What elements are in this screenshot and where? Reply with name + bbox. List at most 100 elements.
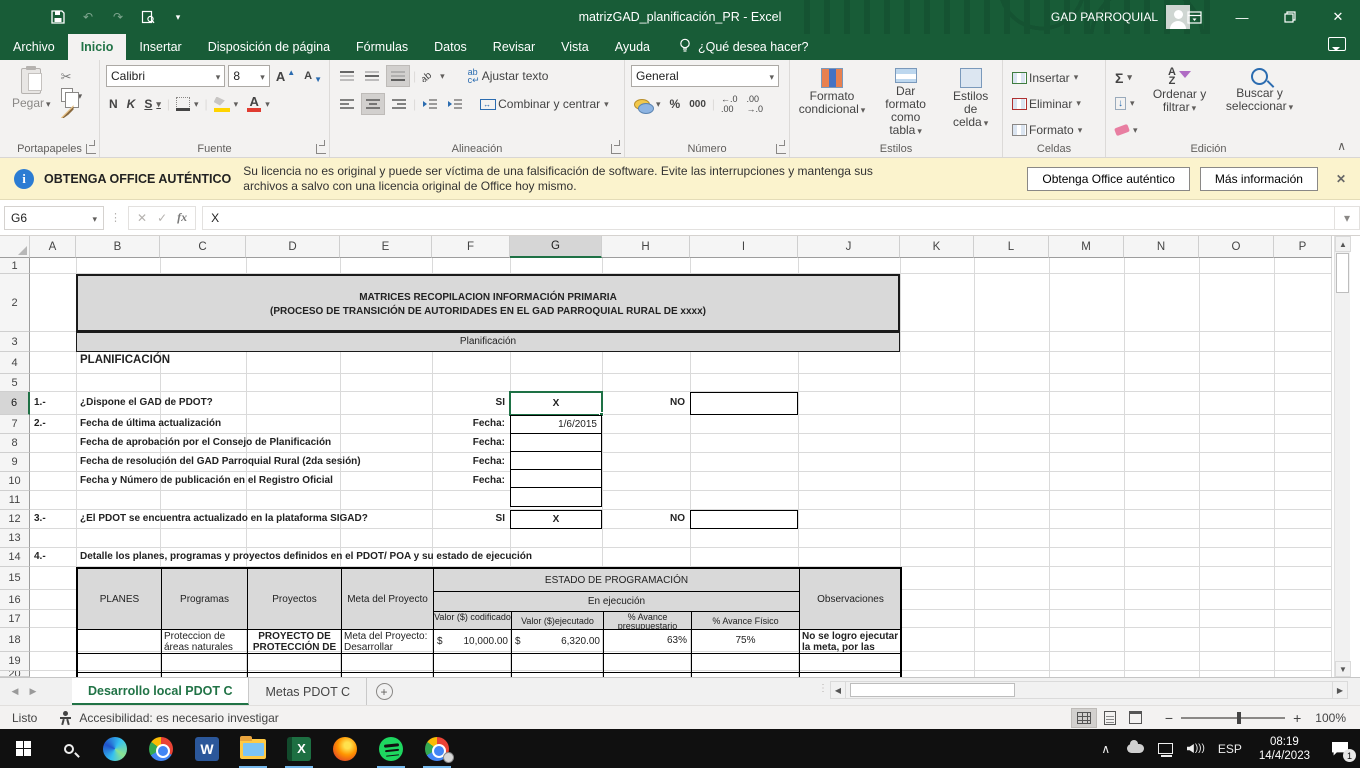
fill-color-button[interactable] bbox=[211, 93, 242, 115]
cancel-icon[interactable]: ✕ bbox=[137, 211, 147, 225]
network-icon[interactable] bbox=[1151, 729, 1181, 768]
table-empty-cell[interactable] bbox=[434, 654, 512, 673]
minimize-button[interactable]: — bbox=[1220, 0, 1264, 34]
numero-dialog-launcher[interactable] bbox=[776, 144, 786, 154]
row-header-2[interactable]: 2 bbox=[0, 274, 30, 332]
th-ejecucion[interactable]: En ejecución bbox=[434, 592, 800, 612]
column-header-B[interactable]: B bbox=[76, 236, 160, 258]
tabbar-resize-handle[interactable]: ⋮ bbox=[818, 683, 828, 694]
row-header-19[interactable]: 19 bbox=[0, 652, 30, 671]
sheet-nav-right-icon[interactable]: ▶ bbox=[24, 678, 42, 705]
align-top-icon[interactable] bbox=[336, 65, 358, 87]
zoom-slider-thumb[interactable] bbox=[1237, 712, 1241, 724]
table-empty-cell[interactable] bbox=[162, 654, 248, 673]
comma-style-button[interactable]: 000 bbox=[686, 93, 709, 115]
tab-revisar[interactable]: Revisar bbox=[480, 34, 548, 60]
column-header-L[interactable]: L bbox=[974, 236, 1049, 258]
th-meta[interactable]: Meta del Proyecto bbox=[342, 569, 434, 630]
column-header-P[interactable]: P bbox=[1274, 236, 1332, 258]
column-header-O[interactable]: O bbox=[1199, 236, 1274, 258]
row-header-3[interactable]: 3 bbox=[0, 332, 30, 352]
row-header-17[interactable]: 17 bbox=[0, 610, 30, 628]
zoom-level[interactable]: 100% bbox=[1315, 711, 1346, 725]
decrease-decimal-icon[interactable]: .00→.0 bbox=[744, 93, 767, 115]
taskbar-excel[interactable]: X bbox=[276, 729, 322, 768]
row-header-8[interactable]: 8 bbox=[0, 434, 30, 453]
volume-icon[interactable]: ))) bbox=[1181, 729, 1211, 768]
underline-button[interactable]: S bbox=[141, 93, 164, 115]
customize-qat-icon[interactable]: ▾ bbox=[170, 9, 186, 25]
align-left-icon[interactable] bbox=[336, 93, 358, 115]
execution-table[interactable]: PLANES Programas Proyectos Meta del Proy… bbox=[76, 567, 902, 677]
q2-row2-label[interactable]: Fecha de aprobación por el Consejo de Pl… bbox=[80, 437, 331, 448]
q3-number[interactable]: 3.- bbox=[34, 513, 46, 524]
q4-number[interactable]: 4.- bbox=[34, 551, 46, 562]
zoom-slider[interactable] bbox=[1181, 717, 1285, 719]
number-format-combo[interactable]: General bbox=[631, 65, 779, 87]
cell-styles-button[interactable]: Estilos de celda bbox=[943, 65, 998, 141]
bold-button[interactable]: N bbox=[106, 93, 121, 115]
orientation-icon[interactable]: ab bbox=[419, 65, 448, 87]
column-header-F[interactable]: F bbox=[432, 236, 510, 258]
cell-G11[interactable] bbox=[510, 487, 602, 507]
more-info-button[interactable]: Más información bbox=[1200, 167, 1318, 191]
td-valor-codificado[interactable]: $ 10,000.00 bbox=[434, 630, 512, 654]
table-empty-cell[interactable] bbox=[248, 654, 342, 673]
taskbar-explorer[interactable] bbox=[230, 729, 276, 768]
account-area[interactable]: GAD PARROQUIAL bbox=[1051, 0, 1190, 34]
vertical-scroll-thumb[interactable] bbox=[1336, 253, 1349, 293]
td-proyectos[interactable]: PROYECTO DE PROTECCIÓN DE bbox=[248, 630, 342, 654]
close-button[interactable]: ✕ bbox=[1316, 0, 1360, 34]
table-empty-cell[interactable] bbox=[342, 654, 434, 673]
autosum-button[interactable]: Σ bbox=[1112, 67, 1141, 88]
normal-view-icon[interactable] bbox=[1071, 708, 1097, 728]
td-avance-fisico[interactable]: 75% bbox=[692, 630, 800, 654]
cell-G9[interactable] bbox=[510, 451, 602, 470]
td-planes[interactable] bbox=[78, 630, 162, 654]
th-valor-ejecutado[interactable]: Valor ($)ejecutado bbox=[512, 612, 604, 630]
format-as-table-button[interactable]: Dar formato como tabla bbox=[872, 65, 939, 141]
td-valor-ejecutado[interactable]: $ 6,320.00 bbox=[512, 630, 604, 654]
tab-disposicion[interactable]: Disposición de página bbox=[195, 34, 343, 60]
print-preview-icon[interactable] bbox=[140, 9, 156, 25]
clock[interactable]: 08:19 14/4/2023 bbox=[1249, 735, 1320, 763]
italic-button[interactable]: K bbox=[124, 93, 139, 115]
align-right-icon[interactable] bbox=[388, 93, 410, 115]
column-header-A[interactable]: A bbox=[30, 236, 76, 258]
column-header-J[interactable]: J bbox=[798, 236, 900, 258]
name-box[interactable]: G6 bbox=[4, 206, 104, 230]
sort-filter-button[interactable]: AZ Ordenar y filtrar bbox=[1145, 65, 1215, 141]
font-size-combo[interactable]: 8 bbox=[228, 65, 270, 87]
td-observaciones[interactable]: No se logro ejecutar la meta, por las bbox=[800, 630, 902, 654]
sheet-nav-left-icon[interactable]: ◀ bbox=[6, 678, 24, 705]
action-center-button[interactable]: 1 bbox=[1320, 729, 1360, 768]
select-all-corner[interactable] bbox=[0, 236, 30, 258]
insert-cells-button[interactable]: Insertar bbox=[1009, 67, 1085, 88]
row-header-1[interactable]: 1 bbox=[0, 258, 30, 274]
th-estado[interactable]: ESTADO DE PROGRAMACIÓN bbox=[434, 569, 800, 592]
row-header-11[interactable]: 11 bbox=[0, 491, 30, 510]
q1-number[interactable]: 1.- bbox=[34, 397, 46, 408]
get-genuine-office-button[interactable]: Obtenga Office auténtico bbox=[1027, 167, 1190, 191]
collapse-ribbon-icon[interactable]: ∧ bbox=[1337, 139, 1346, 153]
column-header-G[interactable]: G bbox=[510, 236, 602, 258]
borders-button[interactable] bbox=[173, 93, 202, 115]
ribbon-display-options-icon[interactable] bbox=[1172, 0, 1216, 34]
cell-G12[interactable]: X bbox=[510, 510, 602, 529]
tab-datos[interactable]: Datos bbox=[421, 34, 480, 60]
tray-expand-icon[interactable]: ∧ bbox=[1091, 729, 1121, 768]
increase-font-icon[interactable]: A▲ bbox=[273, 65, 298, 87]
enter-icon[interactable]: ✓ bbox=[157, 211, 167, 225]
tab-vista[interactable]: Vista bbox=[548, 34, 602, 60]
percent-button[interactable]: % bbox=[667, 93, 684, 115]
th-avance-fisico[interactable]: % Avance Físico bbox=[692, 612, 800, 630]
td-meta[interactable]: Meta del Proyecto: Desarrollar bbox=[342, 630, 434, 654]
tell-me-search[interactable]: ¿Qué desea hacer? bbox=[663, 34, 825, 60]
table-empty-cell[interactable] bbox=[604, 654, 692, 673]
q2-number[interactable]: 2.- bbox=[34, 418, 46, 429]
tab-insertar[interactable]: Insertar bbox=[126, 34, 194, 60]
vertical-scrollbar[interactable]: ▲ ▼ bbox=[1334, 236, 1350, 677]
tab-ayuda[interactable]: Ayuda bbox=[602, 34, 663, 60]
align-center-icon[interactable] bbox=[361, 93, 385, 115]
q4-label[interactable]: Detalle los planes, programas y proyecto… bbox=[80, 551, 532, 562]
